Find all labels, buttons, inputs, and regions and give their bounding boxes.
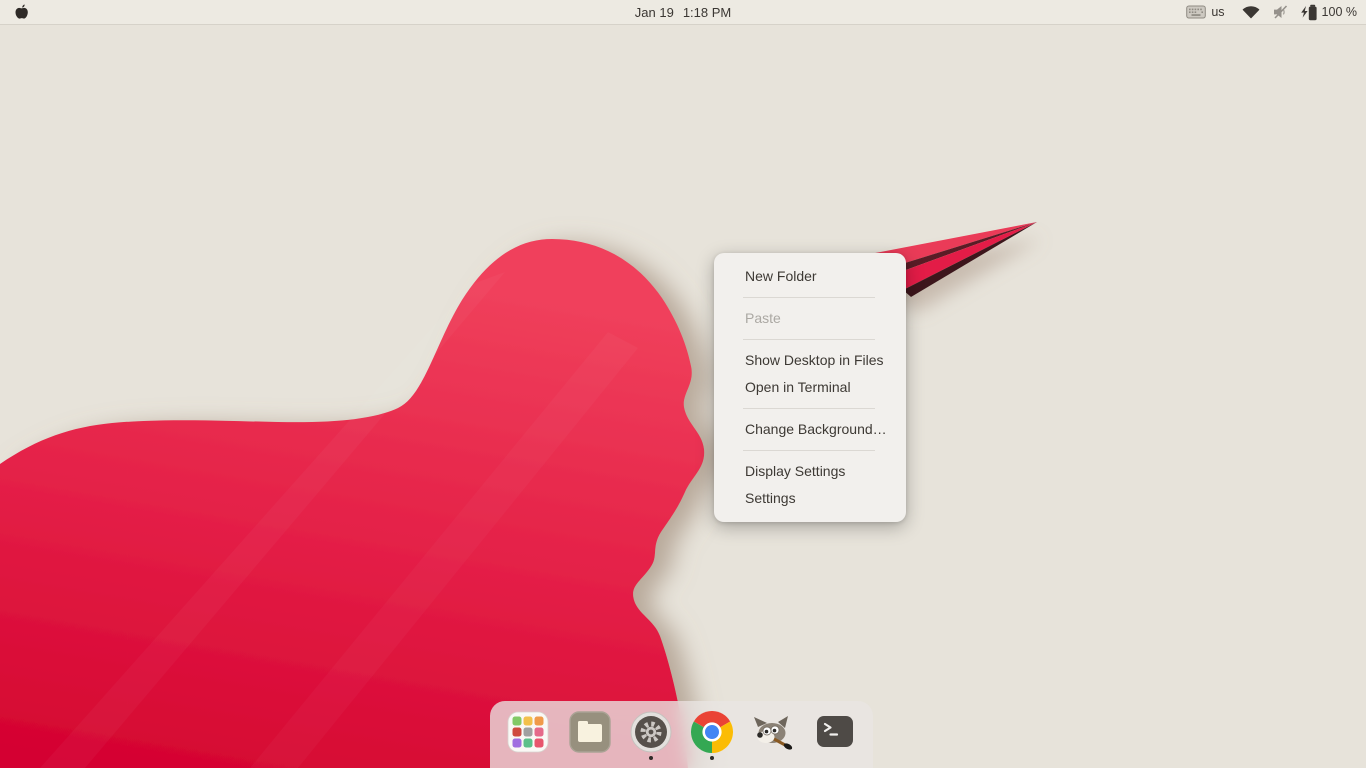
dock-item-settings[interactable]	[628, 711, 674, 760]
volume-indicator[interactable]	[1273, 5, 1288, 19]
status-indicators: us 100 %	[1186, 4, 1366, 21]
battery-percent-label: 100 %	[1322, 5, 1357, 19]
menu-separator	[743, 297, 875, 298]
menu-separator	[743, 408, 875, 409]
menu-separator	[743, 339, 875, 340]
top-menubar: Jan 19 1:18 PM us	[0, 0, 1366, 25]
desktop[interactable]	[0, 0, 1366, 768]
menu-item-settings[interactable]: Settings	[714, 485, 906, 512]
clock-time: 1:18 PM	[683, 5, 731, 20]
dock-item-gimp[interactable]	[750, 711, 796, 760]
clock[interactable]: Jan 19 1:18 PM	[0, 0, 1366, 24]
menu-item-display-settings[interactable]: Display Settings	[714, 458, 906, 485]
menu-item-change-background[interactable]: Change Background…	[714, 416, 906, 443]
dock-item-terminal[interactable]	[812, 711, 858, 760]
menu-item-show-desktop-in-files[interactable]: Show Desktop in Files	[714, 347, 906, 374]
app-grid-icon	[507, 711, 549, 753]
apple-logo-icon	[13, 4, 30, 21]
keyboard-icon	[1186, 5, 1206, 19]
running-indicator	[710, 756, 714, 760]
gimp-icon	[752, 711, 794, 753]
running-indicator	[649, 756, 653, 760]
apple-menu[interactable]	[13, 4, 30, 21]
dock-item-app-launcher[interactable]	[505, 711, 551, 760]
gear-icon	[630, 711, 672, 753]
menu-item-new-folder[interactable]: New Folder	[714, 263, 906, 290]
desktop-context-menu: New Folder Paste Show Desktop in Files O…	[714, 253, 906, 522]
wifi-icon	[1242, 5, 1260, 19]
battery-indicator[interactable]	[1299, 4, 1318, 21]
dock-item-files[interactable]	[567, 711, 613, 760]
menu-item-open-in-terminal[interactable]: Open in Terminal	[714, 374, 906, 401]
dock-item-chrome[interactable]	[689, 711, 735, 760]
dock	[490, 701, 873, 768]
chrome-icon	[691, 711, 733, 753]
menu-item-paste: Paste	[714, 305, 906, 332]
menu-separator	[743, 450, 875, 451]
battery-charging-icon	[1299, 4, 1318, 21]
keyboard-layout-label[interactable]: us	[1211, 5, 1224, 19]
wifi-indicator[interactable]	[1242, 5, 1260, 19]
volume-muted-icon	[1273, 5, 1288, 19]
clock-date: Jan 19	[635, 5, 674, 20]
keyboard-indicator[interactable]	[1186, 5, 1206, 19]
folder-icon	[569, 711, 611, 753]
terminal-icon	[814, 711, 856, 753]
